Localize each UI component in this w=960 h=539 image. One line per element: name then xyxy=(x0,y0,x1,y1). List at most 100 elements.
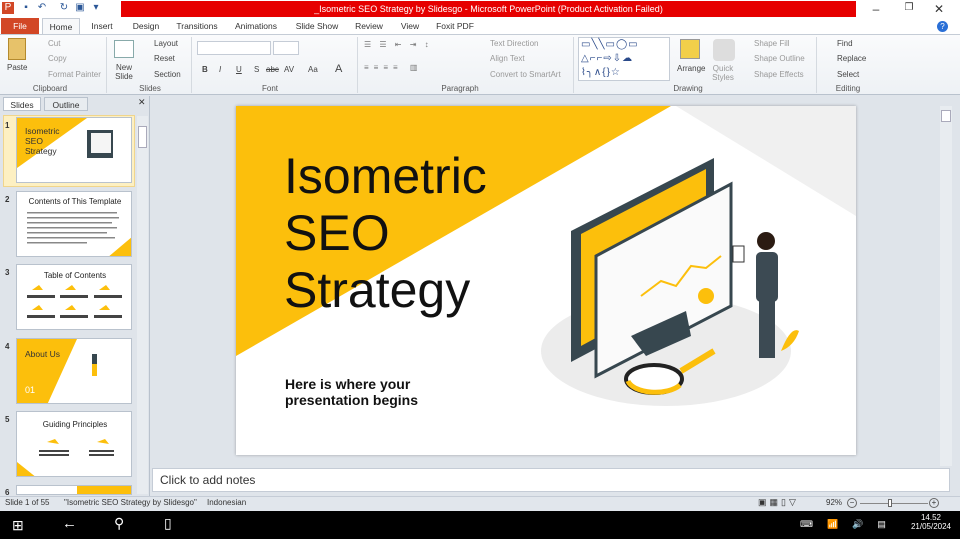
arrange-icon xyxy=(680,39,700,59)
slide-thumb-6[interactable] xyxy=(16,485,132,495)
slide-number: 3 xyxy=(5,268,10,277)
time: 14.52 xyxy=(920,513,942,522)
quick-styles-button[interactable]: Quick Styles xyxy=(708,64,738,82)
close-panel-icon[interactable]: ✕ xyxy=(138,97,146,108)
language[interactable]: Indonesian xyxy=(207,498,246,507)
separator xyxy=(191,37,192,93)
help-icon[interactable]: ? xyxy=(937,21,948,32)
paste-button[interactable]: Paste xyxy=(7,63,27,72)
thumb-title: Guiding Principles xyxy=(42,420,108,429)
back-icon[interactable]: ← xyxy=(62,515,77,532)
tab-view[interactable]: View xyxy=(395,18,425,34)
shape-effects-button[interactable]: Shape Effects xyxy=(754,70,804,79)
powerpoint-logo-icon: P xyxy=(2,2,14,14)
tab-transitions[interactable]: Transitions xyxy=(172,18,222,34)
slide-scrollbar[interactable] xyxy=(940,106,952,466)
slide-number: 4 xyxy=(5,342,10,351)
select-button[interactable]: Select xyxy=(837,70,859,79)
font-group-label: Font xyxy=(261,84,278,93)
slide-thumb-2[interactable]: Contents of This Template xyxy=(16,191,132,257)
bold-button[interactable]: B xyxy=(202,65,208,74)
slide-indicator: Slide 1 of 55 xyxy=(5,498,50,507)
reset-button[interactable]: Reset xyxy=(154,54,175,63)
slide-thumb-4[interactable]: About Us 01 xyxy=(16,338,132,404)
new-slide-button[interactable]: New Slide xyxy=(113,63,135,81)
tab-home[interactable]: Home xyxy=(42,18,80,34)
text-direction-button[interactable]: Text Direction xyxy=(490,39,538,48)
windows-start-icon[interactable]: ⊞ xyxy=(12,517,24,534)
slide-thumb-1[interactable]: Isometric SEO Strategy xyxy=(16,117,132,183)
panel-scrollbar[interactable] xyxy=(137,116,148,494)
tab-foxit-pdf[interactable]: Foxit PDF xyxy=(432,18,478,34)
tab-review[interactable]: Review xyxy=(351,18,387,34)
customize-qat-icon[interactable]: ▾ xyxy=(90,2,102,14)
title-line: Isometric xyxy=(284,148,487,204)
thumb-title: About Us xyxy=(25,349,60,359)
strikethrough-button[interactable]: abc xyxy=(266,65,279,74)
convert-smartart-button[interactable]: Convert to SmartArt xyxy=(490,70,561,79)
char-spacing-button[interactable]: AV xyxy=(284,65,294,74)
thumb-title: Contents of This Template xyxy=(28,197,122,206)
slide-canvas[interactable]: Isometric SEO Strategy Here is where you… xyxy=(236,106,856,455)
shape-outline-button[interactable]: Shape Outline xyxy=(754,54,805,63)
clipboard-group-label: Clipboard xyxy=(32,84,68,93)
copy-button[interactable]: Copy xyxy=(48,54,67,63)
tab-slide-show[interactable]: Slide Show xyxy=(290,18,344,34)
align-text-button[interactable]: Align Text xyxy=(490,54,525,63)
zoom-slider[interactable] xyxy=(860,503,928,504)
title-line: SEO xyxy=(284,205,390,261)
shadow-button[interactable]: S xyxy=(254,65,259,74)
alignment-buttons[interactable]: ≡≡≡≡ ▥ xyxy=(364,63,422,72)
zoom-in-button[interactable]: + xyxy=(929,498,939,508)
format-painter-button[interactable]: Format Painter xyxy=(48,70,101,79)
clipboard xyxy=(732,245,745,263)
layout-button[interactable]: Layout xyxy=(154,39,178,48)
date: 21/05/2024 xyxy=(910,522,952,531)
arrange-button[interactable]: Arrange xyxy=(677,64,705,73)
slide-thumb-3[interactable]: Table of Contents xyxy=(16,264,132,330)
tab-insert[interactable]: Insert xyxy=(84,18,120,34)
thumb-title: Isometric SEO Strategy xyxy=(25,126,60,156)
underline-button[interactable]: U xyxy=(236,65,242,74)
thumb-title: Table of Contents xyxy=(43,271,107,280)
new-slide-icon xyxy=(114,40,134,58)
restore-button[interactable]: ❐ xyxy=(899,2,919,13)
close-button[interactable]: ✕ xyxy=(929,2,949,16)
tab-slides[interactable]: Slides xyxy=(3,97,41,111)
notes-input[interactable]: Click to add notes xyxy=(152,468,950,492)
clock[interactable]: 14.52 21/05/2024 xyxy=(908,513,954,531)
shapes-gallery[interactable]: ▭╲╲▭◯▭ △⌐⌐⇨⇩☁ ⌇╮∧{}☆ xyxy=(578,37,670,81)
search-icon[interactable]: ⚲ xyxy=(114,515,124,532)
shape-fill-button[interactable]: Shape Fill xyxy=(754,39,790,48)
find-button[interactable]: Find xyxy=(837,39,853,48)
tab-file[interactable]: File xyxy=(1,18,39,34)
change-case-button[interactable]: Aa xyxy=(308,65,318,74)
cut-button[interactable]: Cut xyxy=(48,39,60,48)
italic-button[interactable]: I xyxy=(219,65,221,74)
zoom-out-button[interactable]: − xyxy=(847,498,857,508)
tab-animations[interactable]: Animations xyxy=(230,18,282,34)
font-name-select[interactable] xyxy=(197,41,271,55)
tray-icons[interactable]: ⌨📶🔊▤ xyxy=(800,519,900,530)
font-color-button[interactable]: A xyxy=(335,63,342,75)
tab-outline[interactable]: Outline xyxy=(44,97,88,111)
separator xyxy=(573,37,574,93)
slide-thumb-5[interactable]: Guiding Principles xyxy=(16,411,132,477)
font-size-select[interactable] xyxy=(273,41,299,55)
zoom-slider-thumb[interactable] xyxy=(888,499,892,507)
task-view-icon[interactable]: ▯ xyxy=(164,515,172,532)
minimize-button[interactable]: – xyxy=(866,2,886,16)
save-icon[interactable]: ▪ xyxy=(20,2,32,14)
view-buttons[interactable]: ▣▦▯▽ xyxy=(758,497,799,508)
undo-icon[interactable]: ↶ xyxy=(36,2,48,14)
slideshow-icon[interactable]: ▣ xyxy=(74,2,86,14)
section-button[interactable]: Section xyxy=(154,70,181,79)
zoom-level[interactable]: 92% xyxy=(826,498,842,507)
subtitle-line: presentation begins xyxy=(285,392,419,408)
redo-icon[interactable]: ↻ xyxy=(58,2,70,14)
list-buttons[interactable]: ☰ ☰ ⇤ ⇥ ↕ xyxy=(364,40,432,49)
replace-button[interactable]: Replace xyxy=(837,54,866,63)
person-legs xyxy=(759,300,775,358)
slide-subtitle: Here is where your presentation begins xyxy=(285,376,418,408)
tab-design[interactable]: Design xyxy=(126,18,166,34)
